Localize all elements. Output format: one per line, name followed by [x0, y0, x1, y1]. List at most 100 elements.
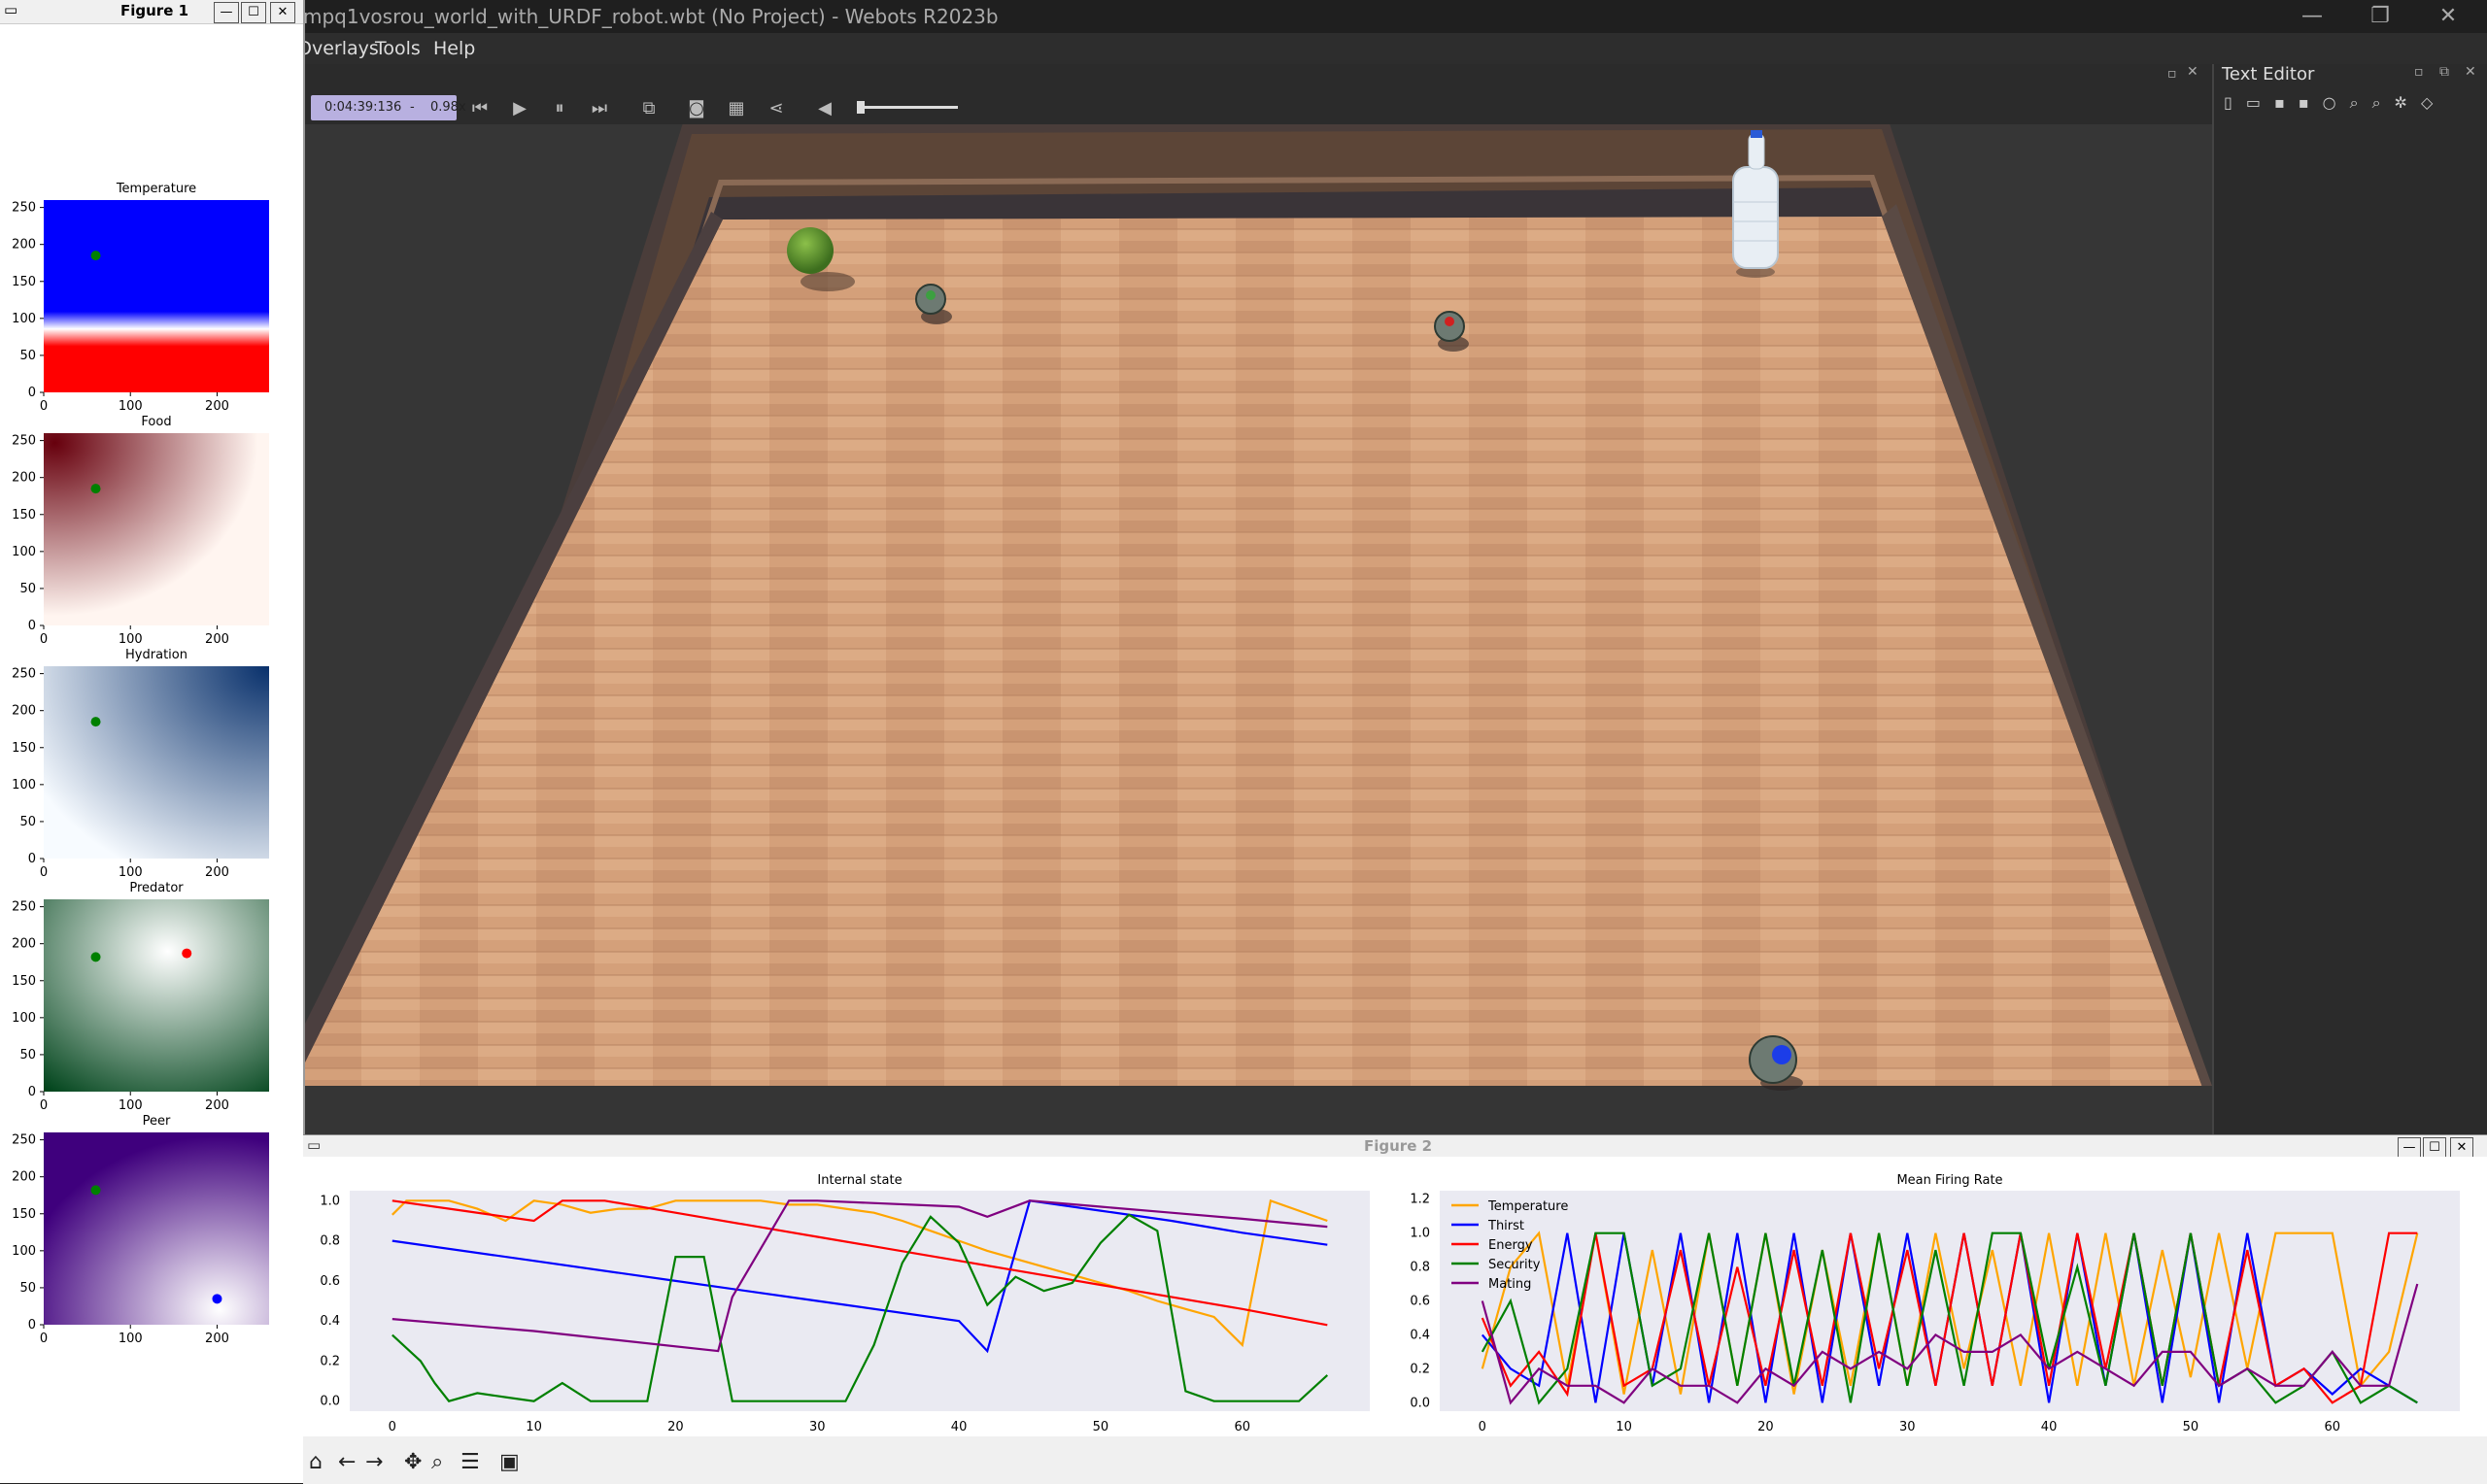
y-tick-label: 0.8: [1410, 1261, 1430, 1275]
camera-icon[interactable]: ◙: [682, 95, 711, 122]
y-tick-label: 100: [12, 312, 36, 326]
save-icon[interactable]: ▣: [499, 1450, 520, 1474]
heatmap-peer: Peer 250 200 150 100 50 00 100 200: [12, 1114, 269, 1346]
save-as-icon[interactable]: ▪: [2299, 93, 2323, 112]
x-tick-label: 100: [119, 1098, 143, 1113]
forward-icon[interactable]: →: [365, 1450, 383, 1474]
figure2-titlebar: ▭ Figure 2 — ☐ ✕: [303, 1135, 2487, 1159]
pan-icon[interactable]: ✥: [404, 1450, 422, 1474]
configure-icon[interactable]: ☰: [460, 1450, 480, 1474]
y-tick-label: 150: [12, 508, 36, 523]
text-editor-panel: Text Editor ▫ ✕ ▫ ⧉ ✕ ▯▭▪▪○⌕⌕✲◇: [2167, 64, 2487, 1134]
text-editor-title: Text Editor: [2222, 64, 2315, 84]
back-icon[interactable]: ←: [338, 1450, 356, 1474]
zoom-icon[interactable]: ⌕: [431, 1450, 443, 1474]
y-tick-label: 0.2: [1410, 1362, 1430, 1376]
y-tick-label: 200: [12, 1170, 36, 1185]
x-tick-label: 0: [389, 1420, 396, 1434]
arena-render: [303, 124, 2212, 1134]
x-tick-label: 50: [1093, 1420, 1109, 1434]
x-tick-label: 200: [205, 1332, 229, 1346]
new-file-icon[interactable]: ▯: [2224, 93, 2246, 112]
x-tick-label: 0: [40, 399, 48, 414]
save-icon[interactable]: ▪: [2274, 93, 2299, 112]
find-icon[interactable]: ⌕: [2350, 93, 2372, 112]
x-tick-label: 50: [2183, 1420, 2199, 1434]
pause-icon[interactable]: ⏸: [545, 95, 574, 122]
chart-0: Internal state 0.0 0.2 0.4 0.6 0.8 1.0 0 10 20 30 4…: [320, 1173, 1370, 1434]
x-tick-label: 40: [951, 1420, 968, 1434]
heatmap-title: Food: [141, 415, 171, 429]
figure2-window: ▭ Figure 2 — ☐ ✕ Internal state 0.0 0.2 0.4…: [303, 1134, 2487, 1484]
position-marker: [212, 1294, 222, 1304]
view-icon[interactable]: ⧉: [634, 95, 664, 122]
maximize-icon[interactable]: ☐: [2423, 1137, 2446, 1159]
y-tick-label: 0.6: [320, 1274, 340, 1289]
y-tick-label: 0.8: [320, 1234, 340, 1249]
menu-tools[interactable]: Tools: [375, 38, 421, 59]
y-tick-label: 0.0: [320, 1395, 340, 1409]
chart-title: Mean Firing Rate: [1896, 1173, 2002, 1188]
y-tick-label: 150: [12, 1207, 36, 1222]
y-tick-label: 250: [12, 1133, 36, 1148]
y-tick-label: 100: [12, 778, 36, 793]
home-icon[interactable]: ⌂: [309, 1450, 323, 1474]
x-tick-label: 0: [40, 1098, 48, 1113]
heatmap-image: [44, 433, 269, 625]
volume-icon[interactable]: ◀: [810, 95, 839, 122]
close-icon[interactable]: ✕: [2450, 1137, 2473, 1159]
heatmap-predator: Predator 250 200 150 100 50 00 100 200: [12, 881, 269, 1113]
y-tick-label: 200: [12, 471, 36, 486]
y-tick-label: 1.0: [1410, 1227, 1430, 1241]
settings-icon[interactable]: ✲: [2395, 93, 2421, 112]
y-tick-label: 250: [12, 667, 36, 682]
x-tick-label: 10: [526, 1420, 542, 1434]
position-marker: [90, 251, 101, 261]
menu-help[interactable]: Help: [433, 38, 475, 59]
editor-undock-icon[interactable]: ▫: [2414, 64, 2424, 80]
position-marker: [90, 484, 101, 494]
revert-icon[interactable]: ○: [2323, 93, 2350, 112]
close-icon[interactable]: ✕: [2419, 2, 2477, 31]
heatmap-hydration: Hydration 250 200 150 100 50 00 100 200: [12, 648, 269, 880]
undock-icon[interactable]: ▫: [2167, 66, 2177, 82]
position-marker: [90, 952, 101, 962]
reverse-icon[interactable]: ⏮: [465, 95, 494, 122]
editor-close-icon[interactable]: ✕: [2465, 64, 2476, 80]
y-tick-label: 50: [19, 1281, 36, 1296]
y-tick-label: 200: [12, 704, 36, 719]
y-tick-label: 100: [12, 545, 36, 559]
open-folder-icon[interactable]: ▭: [2246, 93, 2274, 112]
apple-object[interactable]: [787, 227, 834, 274]
tag-icon[interactable]: ◇: [2421, 93, 2446, 112]
3d-scene-view[interactable]: [303, 124, 2212, 1134]
minimize-icon[interactable]: —: [2283, 2, 2341, 31]
figure2-title: Figure 2: [1364, 1137, 1433, 1155]
position-marker: [90, 717, 101, 727]
x-tick-label: 200: [205, 865, 229, 880]
figure1-window: ▭ Figure 1 — ☐ ✕ Temperature 250 200 150 100…: [0, 0, 305, 1483]
replace-icon[interactable]: ⌕: [2372, 93, 2395, 112]
volume-slider[interactable]: [857, 101, 958, 114]
x-tick-label: 20: [1757, 1420, 1774, 1434]
simulation-speed: 0.98x: [430, 100, 466, 115]
close-panel-icon[interactable]: ✕: [2187, 64, 2198, 80]
play-icon[interactable]: ▶: [505, 95, 534, 122]
editor-float-icon[interactable]: ⧉: [2439, 64, 2449, 80]
y-tick-label: 0.4: [320, 1314, 340, 1329]
restore-icon[interactable]: ❐: [2351, 2, 2409, 31]
share-icon[interactable]: ⋖: [762, 95, 791, 122]
y-tick-label: 50: [19, 582, 36, 596]
time-separator: -: [410, 100, 415, 115]
menu-overlays[interactable]: Overlays: [297, 38, 379, 59]
y-tick-label: 0: [28, 852, 36, 866]
y-tick-label: 0.0: [1410, 1396, 1430, 1410]
movie-icon[interactable]: ▦: [722, 95, 751, 122]
y-tick-label: 250: [12, 434, 36, 449]
window-titlebar: mpq1vosrou_world_with_URDF_robot.wbt (No…: [0, 0, 2487, 33]
fast-forward-icon[interactable]: ⏭: [585, 95, 614, 122]
volume-slider-handle[interactable]: [857, 101, 865, 114]
minimize-icon[interactable]: —: [2398, 1137, 2421, 1159]
x-tick-label: 20: [667, 1420, 684, 1434]
legend-label: Temperature: [1487, 1199, 1568, 1214]
